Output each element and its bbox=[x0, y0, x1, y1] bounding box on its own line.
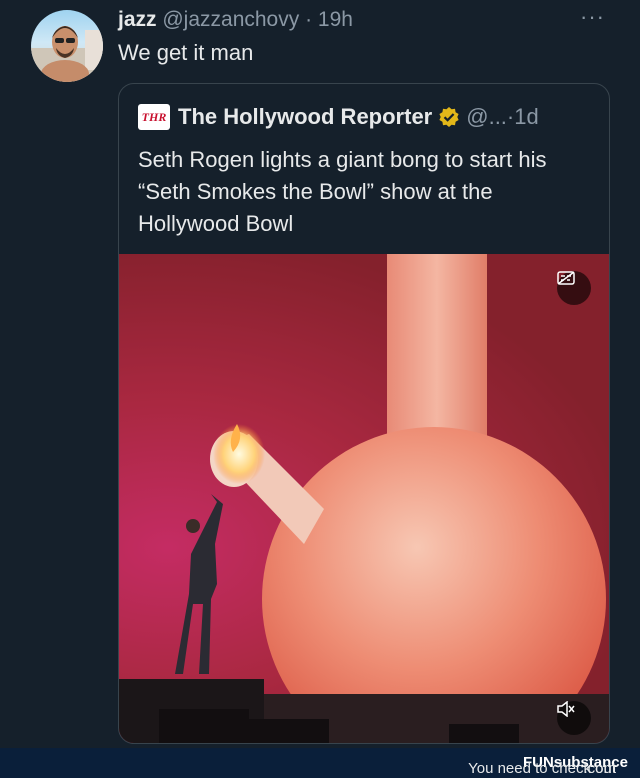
tweet-text: We get it man bbox=[118, 40, 254, 65]
author-handle[interactable]: @jazzanchovy bbox=[162, 8, 299, 31]
quoted-author-name: The Hollywood Reporter bbox=[178, 104, 433, 129]
watermark-suffix: .com bbox=[583, 760, 616, 777]
separator-dot: · bbox=[299, 8, 318, 31]
timestamp[interactable]: 19h bbox=[318, 8, 353, 31]
quoted-tweet-header: THR The Hollywood Reporter @... · 1d bbox=[138, 104, 539, 130]
speaker-muted-icon[interactable] bbox=[557, 701, 591, 735]
closed-captions-icon[interactable] bbox=[557, 271, 591, 305]
verified-badge-icon bbox=[438, 106, 460, 128]
separator-dot: · bbox=[506, 104, 515, 129]
video-frame-image bbox=[119, 254, 609, 743]
thr-logo-icon: THR bbox=[138, 104, 170, 130]
video-media[interactable] bbox=[119, 254, 609, 743]
quoted-tweet[interactable]: THR The Hollywood Reporter @... · 1d Set… bbox=[118, 83, 610, 744]
tweet: jazz @jazzanchovy · 19h ··· We get it ma… bbox=[0, 0, 640, 748]
author-name[interactable]: jazz bbox=[118, 8, 157, 31]
quoted-tweet-text: Seth Rogen lights a giant bong to start … bbox=[138, 147, 547, 236]
watermark-footer: You need to check out FUNsubstance .com bbox=[0, 748, 640, 778]
avatar[interactable] bbox=[31, 10, 103, 82]
quoted-timestamp: 1d bbox=[514, 104, 539, 129]
tweet-header: jazz @jazzanchovy · 19h bbox=[118, 8, 353, 32]
more-dots-icon[interactable]: ··· bbox=[580, 4, 605, 30]
quoted-author-handle: @... bbox=[466, 104, 507, 129]
watermark-text: You need to check out FUNsubstance .com bbox=[468, 754, 628, 777]
